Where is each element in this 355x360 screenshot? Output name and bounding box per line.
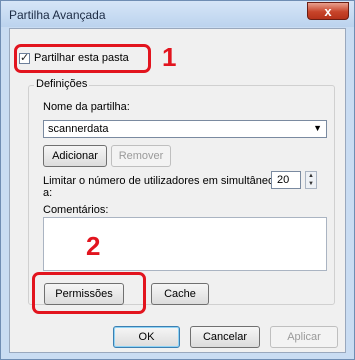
- callout-number-2: 2: [86, 231, 101, 261]
- user-limit-input[interactable]: 20: [271, 171, 301, 189]
- settings-group-title: Definições: [34, 78, 90, 90]
- dropdown-arrow-icon[interactable]: ▼: [313, 123, 322, 133]
- cancel-button[interactable]: Cancelar: [190, 326, 260, 348]
- apply-button[interactable]: Aplicar: [270, 326, 338, 348]
- comments-label: Comentários:: [43, 204, 109, 216]
- spin-up-icon[interactable]: ▲: [308, 173, 314, 179]
- share-name-label: Nome da partilha:: [43, 101, 130, 113]
- window-title: Partilha Avançada: [9, 8, 106, 22]
- share-name-select[interactable]: scannerdata ▼: [43, 120, 327, 138]
- title-bar[interactable]: Partilha Avançada x: [1, 1, 354, 27]
- limit-users-label-line2: a:: [43, 187, 53, 199]
- limit-users-label-line1: Limitar o número de utilizadores em simu…: [43, 175, 275, 187]
- user-limit-value: 20: [277, 174, 290, 186]
- share-name-value: scannerdata: [48, 123, 109, 135]
- user-limit-spinner[interactable]: ▲ ▼: [305, 171, 317, 189]
- remove-button[interactable]: Remover: [111, 145, 171, 167]
- cache-button[interactable]: Cache: [151, 283, 209, 305]
- callout-box-2: [32, 272, 146, 314]
- spin-down-icon[interactable]: ▼: [308, 181, 314, 187]
- ok-button[interactable]: OK: [113, 326, 180, 348]
- close-button[interactable]: x: [307, 2, 349, 20]
- callout-number-1: 1: [162, 42, 177, 72]
- close-icon[interactable]: x: [324, 4, 331, 19]
- add-button[interactable]: Adicionar: [43, 145, 107, 167]
- callout-box-1: [14, 44, 151, 73]
